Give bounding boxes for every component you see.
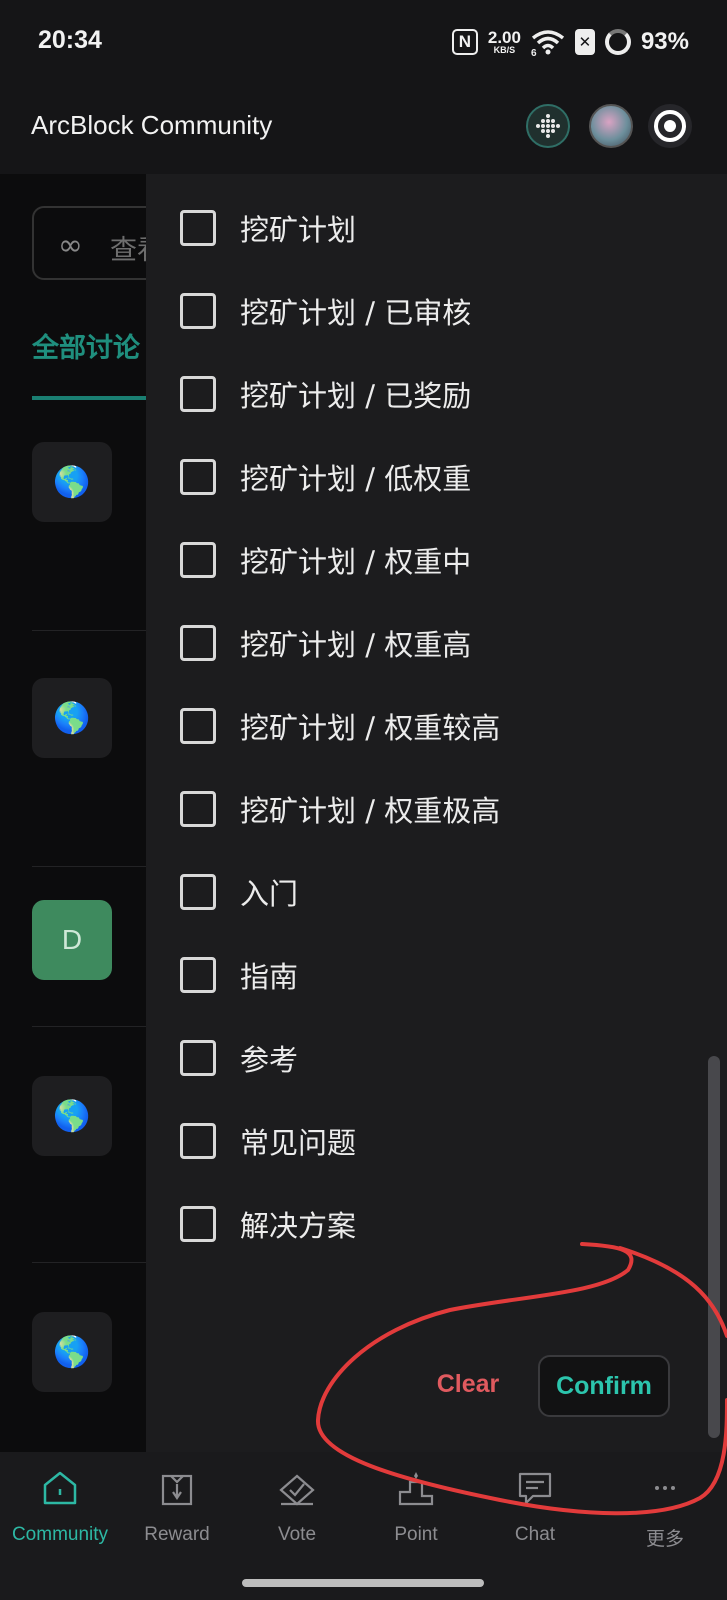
nav-label: Vote (277, 1524, 317, 1545)
status-bar: 20:34 N 2.00 KB/S 6 ✕ 93% (0, 0, 727, 82)
checkbox[interactable] (180, 1040, 216, 1076)
battery-level: 93% (640, 28, 689, 55)
nav-label: 更多 (645, 1529, 684, 1550)
filter-option[interactable]: 解决方案 (180, 1200, 356, 1248)
sim-icon: ✕ (574, 29, 595, 55)
filter-option-label: 指南 (240, 960, 299, 994)
filter-option-label: 参考 (240, 1043, 299, 1077)
filter-option-label: 挖矿计划 / 权重较高 (240, 711, 501, 745)
filter-option[interactable]: 入门 (180, 868, 298, 916)
nav-item-community[interactable]: Community (0, 1466, 120, 1576)
filter-option-label: 解决方案 (240, 1209, 357, 1243)
nav-label: Chat (514, 1524, 556, 1545)
nav-item-point[interactable]: Point (356, 1466, 476, 1576)
nav-item-vote[interactable]: Vote (237, 1466, 357, 1576)
infinity-icon: ∞ (58, 228, 83, 263)
filter-option-label: 挖矿计划 / 已审核 (240, 296, 472, 330)
filter-option-label: 挖矿计划 / 权重高 (240, 628, 472, 662)
nav-item-reward[interactable]: Reward (117, 1466, 237, 1576)
podium-icon (394, 1466, 438, 1510)
filter-option[interactable]: 参考 (180, 1034, 298, 1082)
confirm-button[interactable]: Confirm (538, 1355, 670, 1417)
nav-label: Point (394, 1524, 438, 1545)
clear-button[interactable]: Clear (408, 1354, 528, 1414)
tab-indicator (32, 396, 152, 400)
scrollbar[interactable] (708, 1056, 720, 1438)
checkbox[interactable] (180, 625, 216, 661)
wifi-icon: 6 (531, 30, 565, 56)
checkbox[interactable] (180, 293, 216, 329)
filter-option[interactable]: 常见问题 (180, 1117, 356, 1165)
checkbox[interactable] (180, 791, 216, 827)
nfc-icon: N (451, 29, 478, 55)
tab-all-discussions[interactable]: 全部讨论 (32, 326, 140, 365)
home-indicator[interactable] (242, 1579, 484, 1587)
filter-option-label: 挖矿计划 / 已奖励 (240, 379, 472, 413)
user-avatar[interactable] (589, 104, 633, 148)
battery-icon (604, 29, 631, 55)
filter-option[interactable]: 挖矿计划 / 权重较高 (180, 702, 500, 750)
bottom-nav: Community Reward Vote Point Chat 更多 (0, 1452, 727, 1600)
filter-option[interactable]: 挖矿计划 / 权重高 (180, 619, 471, 667)
checkbox[interactable] (180, 957, 216, 993)
app-title: ArcBlock Community (31, 110, 273, 140)
filter-option-label: 挖矿计划 (240, 213, 357, 247)
filter-option[interactable]: 挖矿计划 / 已审核 (180, 287, 471, 335)
nav-label: Community (11, 1524, 109, 1545)
filter-option-label: 挖矿计划 / 权重中 (240, 545, 472, 579)
post-avatar[interactable]: 🌎 (32, 678, 112, 758)
chat-icon (513, 1466, 557, 1510)
network-speed-value: 2.00 (487, 28, 521, 47)
checkbox[interactable] (180, 1206, 216, 1242)
checkbox[interactable] (180, 459, 216, 495)
filter-option-label: 入门 (240, 877, 299, 911)
record-button[interactable] (648, 104, 692, 148)
more-icon (643, 1466, 687, 1510)
nav-item-chat[interactable]: Chat (475, 1466, 595, 1576)
filter-option[interactable]: 挖矿计划 / 权重中 (180, 536, 471, 584)
post-avatar[interactable]: 🌎 (32, 442, 112, 522)
filter-option-label: 常见问题 (240, 1126, 357, 1160)
post-avatar[interactable]: 🌎 (32, 1312, 112, 1392)
status-icons: N 2.00 KB/S 6 ✕ 93% (451, 24, 689, 60)
filter-option-label: 挖矿计划 / 权重极高 (240, 794, 501, 828)
app-header: ArcBlock Community (0, 82, 727, 174)
post-avatar[interactable]: D (32, 900, 112, 980)
nav-label: Reward (144, 1524, 210, 1545)
checkbox[interactable] (180, 1123, 216, 1159)
nav-item-more[interactable]: 更多 (605, 1466, 725, 1576)
checkbox[interactable] (180, 210, 216, 246)
home-icon (38, 1466, 82, 1510)
filter-option-label: 挖矿计划 / 低权重 (240, 462, 472, 496)
filter-option[interactable]: 挖矿计划 (180, 204, 356, 252)
checkbox[interactable] (180, 542, 216, 578)
post-avatar[interactable]: 🌎 (32, 1076, 112, 1156)
wifi-gen: 6 (531, 48, 537, 56)
vote-icon (275, 1466, 319, 1510)
filter-drawer: 挖矿计划 挖矿计划 / 已审核 挖矿计划 / 已奖励 挖矿计划 / 低权重 挖矿… (146, 174, 727, 1452)
status-time: 20:34 (38, 26, 102, 54)
network-speed: 2.00 KB/S (488, 29, 521, 55)
filter-option[interactable]: 挖矿计划 / 已奖励 (180, 370, 471, 418)
checkbox[interactable] (180, 874, 216, 910)
gift-icon (155, 1466, 199, 1510)
network-speed-unit: KB/S (493, 45, 516, 55)
blocklet-button[interactable] (526, 104, 570, 148)
filter-option[interactable]: 指南 (180, 951, 298, 999)
checkbox[interactable] (180, 708, 216, 744)
target-icon (654, 110, 686, 142)
blocklet-icon (536, 114, 560, 138)
filter-option[interactable]: 挖矿计划 / 权重极高 (180, 785, 500, 833)
filter-option[interactable]: 挖矿计划 / 低权重 (180, 453, 471, 501)
checkbox[interactable] (180, 376, 216, 412)
